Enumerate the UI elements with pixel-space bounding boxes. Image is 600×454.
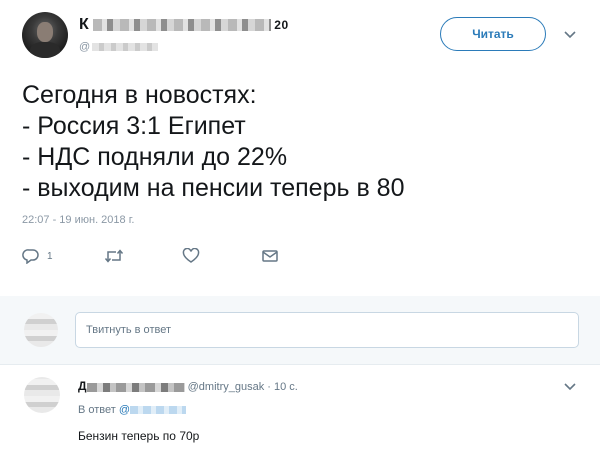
reply-header: Д @dmitry_gusak · 10 с. bbox=[78, 379, 298, 393]
author-handle-at: @ bbox=[79, 41, 91, 53]
reply-to-redacted bbox=[130, 406, 187, 415]
author-handle-redacted bbox=[92, 43, 159, 52]
tweet-text-line: - НДС подняли до 22% bbox=[22, 143, 288, 171]
reply-composer: Твитнуть в ответ bbox=[0, 296, 600, 364]
tweet-text: Сегодня в новостях: - Россия 3:1 Египет … bbox=[22, 80, 582, 204]
chevron-down-icon[interactable] bbox=[562, 378, 578, 394]
author-name-tail: 20 bbox=[274, 18, 289, 32]
reply-time[interactable]: · 10 с. bbox=[267, 381, 298, 393]
follow-button[interactable]: Читать bbox=[440, 17, 546, 51]
reply-to-at: @ bbox=[118, 404, 131, 416]
avatar[interactable] bbox=[24, 377, 60, 413]
tweet-text-line: Сегодня в новостях: bbox=[22, 81, 257, 109]
author-name-initial: К bbox=[79, 16, 90, 33]
reply-author-redacted bbox=[86, 382, 185, 392]
author-handle[interactable]: @ bbox=[79, 41, 159, 53]
retweet-action[interactable] bbox=[104, 245, 131, 267]
tweet-text-line: - выходим на пенсии теперь в 80 bbox=[22, 174, 405, 202]
reply-input[interactable]: Твитнуть в ответ bbox=[75, 312, 579, 348]
tweet: К 20 @ Читать Сегодня в новостях: - Росси… bbox=[0, 0, 600, 296]
avatar-body bbox=[30, 42, 60, 58]
reply-icon bbox=[22, 249, 39, 264]
like-action[interactable] bbox=[182, 245, 207, 267]
heart-icon bbox=[182, 248, 200, 263]
reply-author-initial[interactable]: Д bbox=[78, 379, 87, 393]
reply-count: 1 bbox=[47, 250, 53, 262]
message-action[interactable] bbox=[261, 245, 279, 267]
reply-input-placeholder: Твитнуть в ответ bbox=[86, 324, 171, 336]
avatar-face bbox=[37, 22, 53, 42]
reply-to-link[interactable]: @ bbox=[118, 404, 187, 416]
tweet-text-line: - Россия 3:1 Египет bbox=[22, 112, 246, 140]
envelope-icon bbox=[262, 250, 278, 262]
author-name[interactable]: К 20 bbox=[79, 16, 289, 34]
tweet-timestamp[interactable]: 22:07 - 19 июн. 2018 г. bbox=[22, 214, 134, 226]
reply-tweet: Д @dmitry_gusak · 10 с. В ответ @ Бензин… bbox=[0, 364, 600, 454]
chevron-down-icon[interactable] bbox=[562, 26, 578, 42]
reply-to-label: В ответ bbox=[78, 404, 116, 416]
retweet-icon bbox=[104, 249, 124, 263]
reply-action[interactable]: 1 bbox=[22, 245, 53, 267]
reply-author-handle[interactable]: @dmitry_gusak bbox=[188, 381, 265, 393]
reply-text: Бензин теперь по 70р bbox=[78, 429, 200, 443]
tweet-actions: 1 bbox=[22, 245, 322, 267]
reply-to: В ответ @ bbox=[78, 404, 187, 416]
author-name-redacted bbox=[93, 18, 272, 31]
avatar[interactable] bbox=[24, 313, 58, 347]
avatar[interactable] bbox=[22, 12, 68, 58]
